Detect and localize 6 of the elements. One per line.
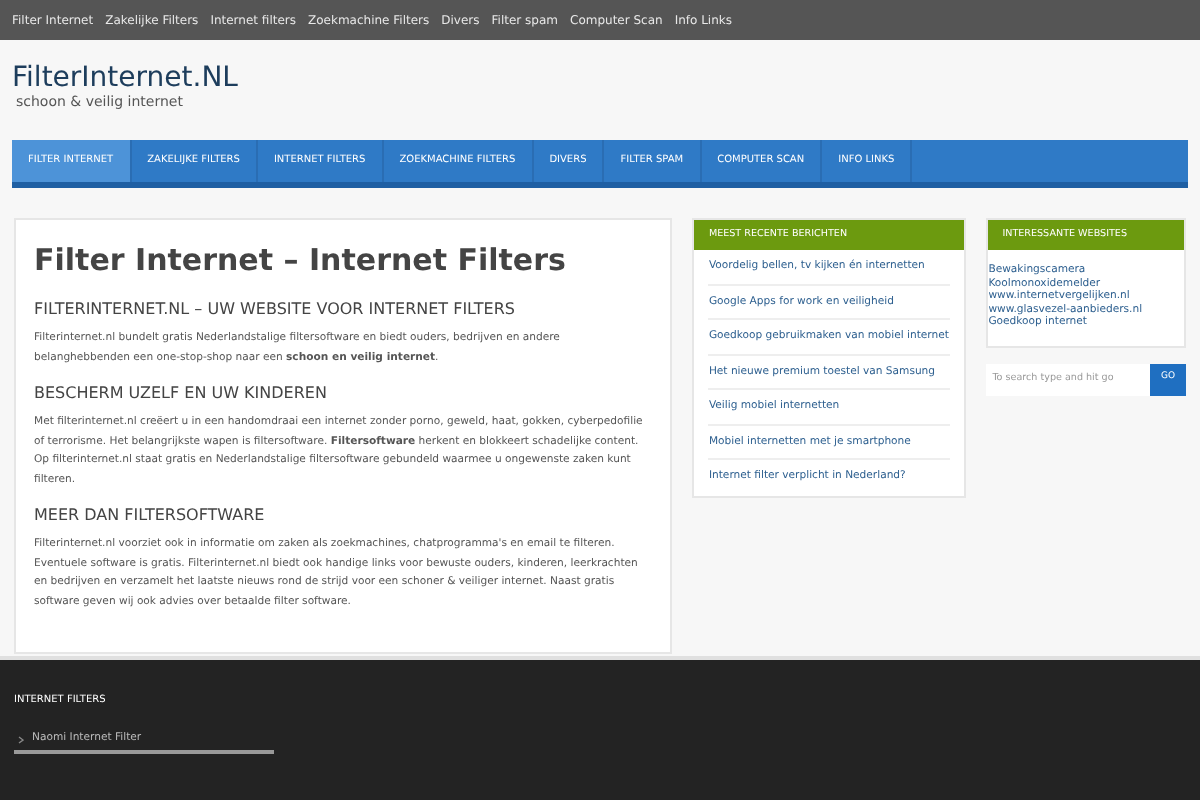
site-logo-title[interactable]: FilterInternet.NL	[12, 64, 238, 94]
section-heading: FILTERINTERNET.NL – UW WEBSITE VOOR INTERNET FILTERS	[34, 300, 517, 320]
chevron-icon	[18, 735, 24, 743]
article-title: Filter Internet – Internet Filters	[34, 240, 568, 282]
section-heading: MEER DAN FILTERSOFTWARE	[34, 506, 267, 526]
section-heading: BESCHERM UZELF EN UW KINDEREN	[34, 384, 329, 404]
